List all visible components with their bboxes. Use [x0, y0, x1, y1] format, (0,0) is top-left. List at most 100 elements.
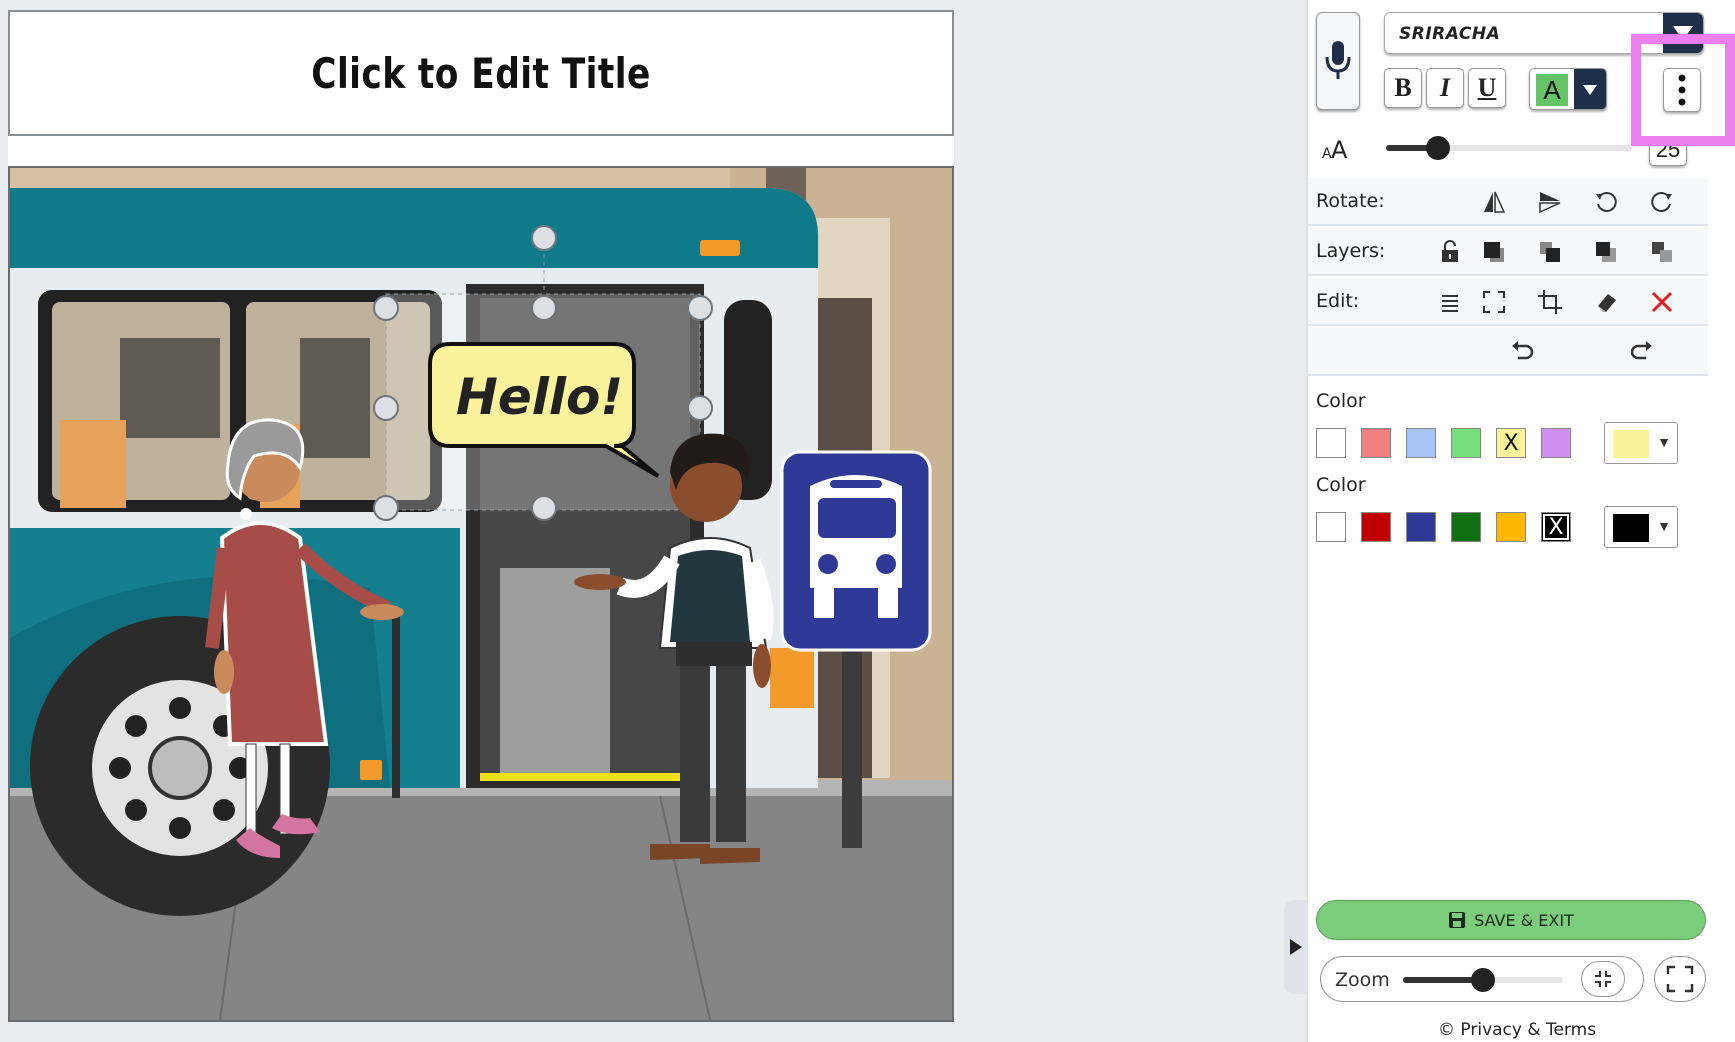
microphone-icon: [1325, 41, 1351, 79]
fill-color-swatch[interactable]: X: [1496, 428, 1526, 458]
outline-color-picker[interactable]: ▼: [1604, 506, 1678, 548]
save-exit-label: SAVE & EXIT: [1474, 910, 1574, 930]
title-text[interactable]: Click to Edit Title: [311, 49, 650, 98]
send-to-back-icon[interactable]: [1648, 238, 1676, 266]
wheel-hub: [148, 736, 212, 800]
bus-icon-wheel-right: [878, 588, 898, 618]
window-reflection: [120, 338, 220, 438]
outline-color-preview: [1613, 514, 1649, 542]
fill-color-preview: [1613, 430, 1649, 458]
redo-icon[interactable]: [1628, 338, 1656, 366]
fill-color-swatch[interactable]: [1316, 428, 1346, 458]
unlock-icon[interactable]: [1436, 238, 1464, 266]
properties-panel: SRIRACHA B I U A A A 25 Rotate: Layers: …: [1306, 0, 1735, 1042]
fit-screen-icon: [1595, 971, 1611, 987]
bus-icon-sign: [830, 480, 882, 488]
outline-color-swatch[interactable]: X: [1541, 512, 1571, 542]
italic-button[interactable]: I: [1426, 68, 1464, 108]
flip-horizontal-icon[interactable]: [1480, 188, 1508, 216]
text-color-button[interactable]: A: [1529, 68, 1607, 110]
rotate-right-icon[interactable]: [1648, 188, 1676, 216]
bring-to-front-icon[interactable]: [1480, 238, 1508, 266]
bus-icon-window: [818, 498, 896, 538]
fill-color-picker[interactable]: ▼: [1604, 422, 1678, 464]
bus-icon-light-left: [818, 554, 838, 574]
zoom-slider-knob[interactable]: [1471, 968, 1495, 992]
bus-light: [700, 240, 740, 256]
zoom-control: Zoom: [1320, 956, 1644, 1002]
fill-color-swatch[interactable]: [1406, 428, 1436, 458]
outline-color-label: Color: [1316, 474, 1366, 496]
text-color-dropdown[interactable]: [1574, 69, 1606, 109]
text-color-swatch: A: [1536, 74, 1568, 106]
zoom-label: Zoom: [1335, 969, 1390, 991]
door-step: [500, 568, 610, 778]
bus-marker-light: [360, 760, 382, 780]
fullscreen-button[interactable]: [1654, 956, 1706, 1002]
fill-color-swatch[interactable]: [1361, 428, 1391, 458]
caret-down-icon: ▼: [1657, 518, 1671, 534]
bold-button[interactable]: B: [1384, 68, 1422, 108]
undo-icon[interactable]: [1508, 338, 1536, 366]
scene-canvas[interactable]: Hello!: [10, 168, 952, 1020]
font-size-slider[interactable]: [1386, 136, 1632, 160]
rotate-handle: [531, 225, 557, 251]
font-size-icon: A A: [1322, 136, 1348, 162]
flip-vertical-icon[interactable]: [1536, 188, 1564, 216]
delete-icon[interactable]: [1648, 288, 1676, 316]
storyboard-scene[interactable]: Hello!: [8, 166, 954, 1022]
bus-roof: [10, 188, 819, 268]
fill-color-swatch[interactable]: [1541, 428, 1571, 458]
privacy-terms-link[interactable]: © Privacy & Terms: [1438, 1020, 1596, 1040]
zoom-fit-button[interactable]: [1581, 961, 1625, 997]
font-name: SRIRACHA: [1399, 24, 1501, 44]
rotate-row: Rotate:: [1308, 178, 1708, 226]
zoom-slider[interactable]: [1403, 968, 1563, 992]
fill-color-label: Color: [1316, 390, 1366, 412]
font-size-slider-knob[interactable]: [1425, 136, 1450, 160]
handle-top: [531, 295, 557, 321]
bring-forward-icon[interactable]: [1536, 238, 1564, 266]
handle-bottom: [531, 495, 557, 521]
underline-button[interactable]: U: [1468, 68, 1506, 108]
save-exit-button[interactable]: SAVE & EXIT: [1316, 900, 1706, 940]
crop-icon[interactable]: [1536, 288, 1564, 316]
svg-text:A: A: [1331, 136, 1348, 162]
handle-right: [687, 395, 713, 421]
edit-row: Edit:: [1308, 278, 1708, 326]
eraser-icon[interactable]: [1592, 288, 1620, 316]
handle-bottom-left: [373, 495, 399, 521]
handle-top-right: [687, 295, 713, 321]
outline-color-swatch[interactable]: [1496, 512, 1526, 542]
speech-bubble-text[interactable]: Hello!: [456, 368, 623, 426]
door-step-edge: [480, 773, 690, 781]
outline-color-swatch[interactable]: [1316, 512, 1346, 542]
history-row: [1308, 328, 1708, 376]
layers-label: Layers:: [1316, 240, 1386, 262]
save-icon: [1449, 912, 1466, 928]
text-list-icon[interactable]: [1436, 288, 1464, 316]
bus-icon-wheel-left: [814, 588, 834, 618]
chevron-right-icon: [1290, 939, 1302, 955]
microphone-button[interactable]: [1316, 12, 1360, 110]
send-backward-icon[interactable]: [1592, 238, 1620, 266]
highlight-box: [1631, 34, 1735, 146]
rotate-label: Rotate:: [1316, 190, 1385, 212]
fill-color-swatch[interactable]: [1451, 428, 1481, 458]
title-box[interactable]: Click to Edit Title: [8, 10, 954, 136]
handle-top-left: [373, 295, 399, 321]
bus-seat: [60, 420, 126, 508]
layers-row: Layers:: [1308, 228, 1708, 276]
outline-color-swatch[interactable]: [1451, 512, 1481, 542]
collapse-panel-tab[interactable]: [1284, 900, 1308, 994]
caret-down-icon: ▼: [1657, 434, 1671, 450]
expand-icon[interactable]: [1480, 288, 1508, 316]
bus-side-light: [770, 648, 814, 708]
fullscreen-icon: [1666, 965, 1694, 993]
title-gap: [8, 136, 954, 166]
bus-icon-light-right: [876, 554, 896, 574]
outline-color-swatch[interactable]: [1406, 512, 1436, 542]
handle-left: [373, 395, 399, 421]
rotate-left-icon[interactable]: [1592, 188, 1620, 216]
outline-color-swatch[interactable]: [1361, 512, 1391, 542]
